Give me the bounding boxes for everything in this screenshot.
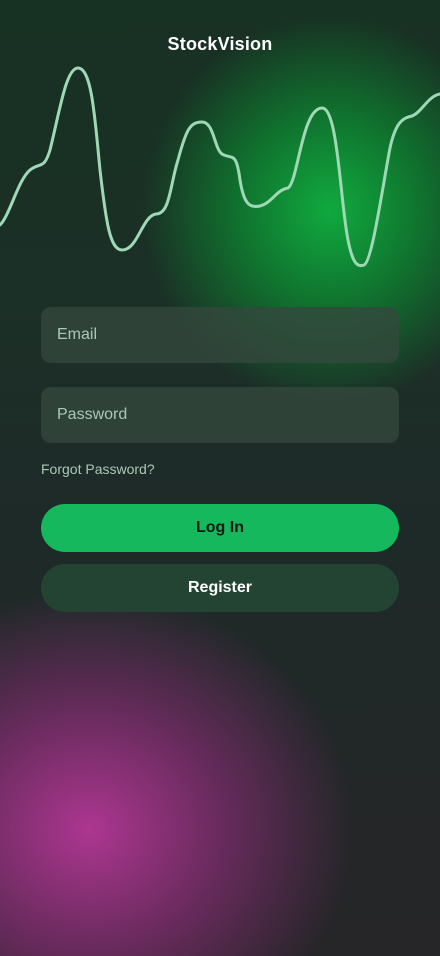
password-input[interactable] (41, 387, 399, 443)
stock-wave-line (0, 66, 440, 268)
register-button[interactable]: Register (41, 564, 399, 612)
forgot-password-link[interactable]: Forgot Password? (41, 461, 155, 477)
email-input[interactable] (41, 307, 399, 363)
app-title: StockVision (167, 34, 273, 54)
login-button[interactable]: Log In (41, 504, 399, 552)
